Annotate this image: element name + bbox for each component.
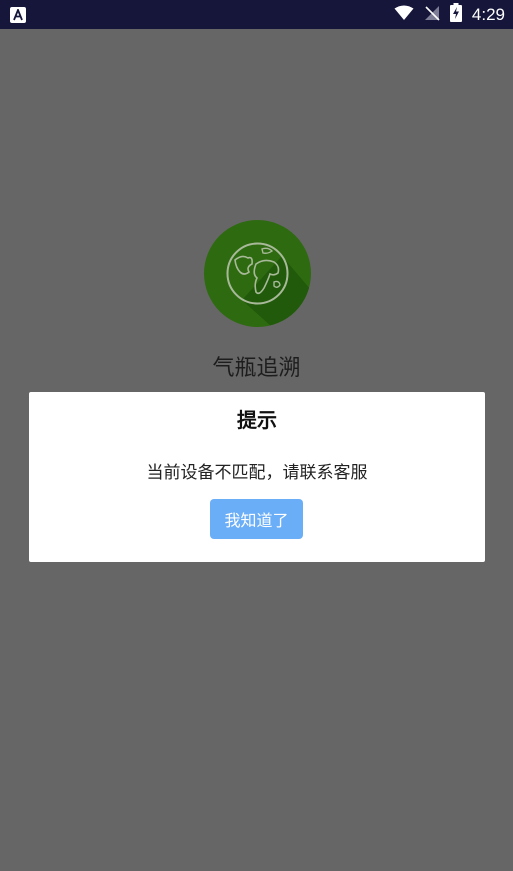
- status-bar: 4:29: [0, 0, 513, 29]
- app-notification-icon: [10, 6, 26, 23]
- app-screen: 4:29 气瓶追溯 提示 当前设备不匹配，请联系客服 我知道了: [0, 0, 513, 871]
- app-name-title: 气瓶追溯: [212, 356, 301, 381]
- no-signal-icon: [424, 5, 440, 25]
- wifi-icon: [394, 5, 414, 25]
- got-it-button[interactable]: 我知道了: [210, 499, 303, 539]
- alert-dialog: 提示 当前设备不匹配，请联系客服 我知道了: [29, 392, 485, 562]
- status-time: 4:29: [471, 4, 505, 24]
- dialog-message: 当前设备不匹配，请联系客服: [146, 463, 368, 483]
- battery-charging-icon: [449, 3, 462, 26]
- dialog-title: 提示: [237, 408, 277, 432]
- globe-icon: [226, 242, 311, 327]
- app-logo: [204, 220, 311, 327]
